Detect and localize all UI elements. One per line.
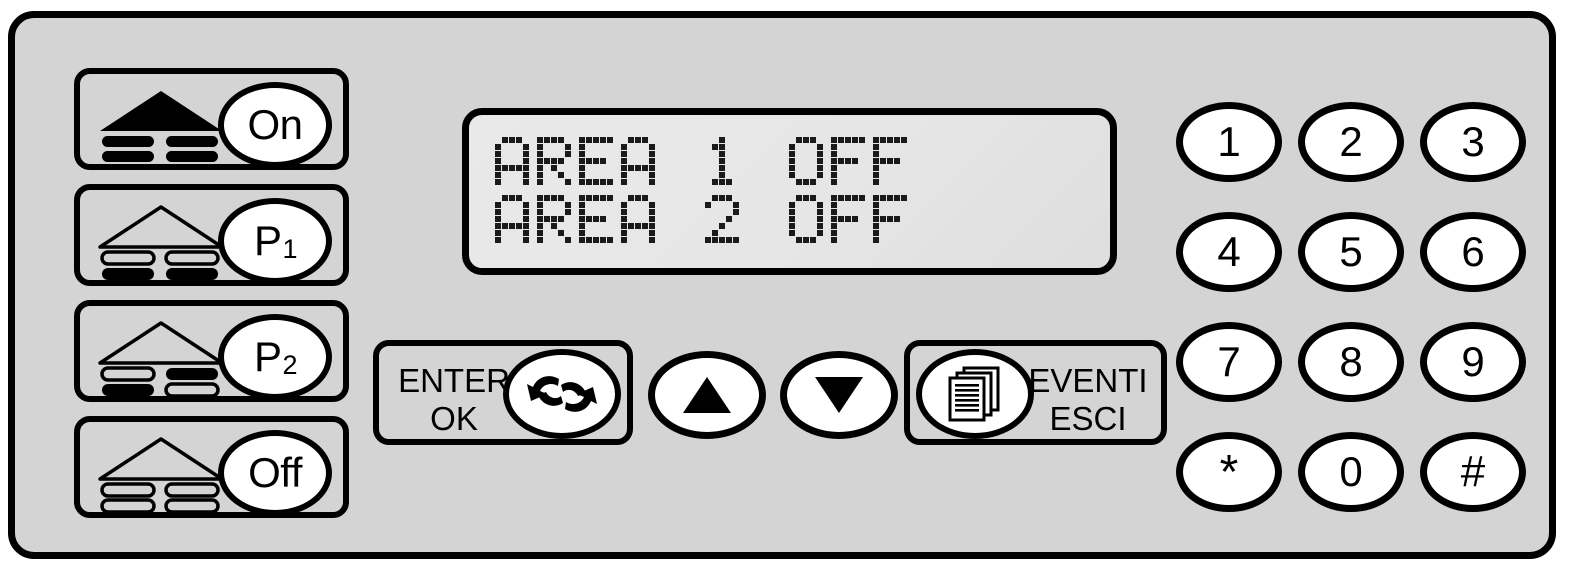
events-label-line2: ESCI <box>1049 400 1127 437</box>
mode-button-off[interactable]: Off <box>74 416 349 518</box>
lcd-character <box>579 137 613 185</box>
lcd-character <box>789 137 823 185</box>
mode-button-on[interactable]: On <box>74 68 349 170</box>
lcd-character <box>621 195 655 243</box>
numeric-keypad: 1 2 3 4 5 6 7 8 9 * 0 # <box>1176 102 1526 512</box>
alarm-keypad-panel: On P1 P 2 Off ENTER OK EVENTI ESCI 1 2 3… <box>0 0 1570 574</box>
lcd-character <box>873 195 907 243</box>
device-shell: On P1 P 2 Off ENTER OK EVENTI ESCI 1 2 3… <box>8 11 1556 559</box>
triangle-up-icon <box>681 373 733 417</box>
arrow-down-button[interactable] <box>780 351 898 439</box>
mode-button-off-label: Off <box>218 430 332 516</box>
house-armed-partial2-icon <box>96 317 226 397</box>
eventi-esci-button[interactable]: EVENTI ESCI <box>904 340 1167 445</box>
house-armed-partial1-icon <box>96 201 226 281</box>
lcd-character <box>873 137 907 185</box>
enter-label-line2: OK <box>430 400 478 437</box>
lcd-character <box>621 137 655 185</box>
lcd-text-area <box>495 132 915 248</box>
key-1[interactable]: 1 <box>1176 102 1282 182</box>
key-3[interactable]: 3 <box>1420 102 1526 182</box>
mode-button-p2-label: P2 <box>218 314 332 400</box>
lcd-display <box>462 108 1117 275</box>
lcd-character <box>663 195 697 243</box>
mode-label-text: P <box>253 333 282 380</box>
mode-label-text: P <box>253 217 282 264</box>
key-6[interactable]: 6 <box>1420 212 1526 292</box>
key-8[interactable]: 8 <box>1298 322 1404 402</box>
key-hash[interactable]: # <box>1420 432 1526 512</box>
lcd-character <box>789 195 823 243</box>
mode-button-p1-label: P1 <box>218 198 332 284</box>
lcd-character <box>495 137 529 185</box>
mode-label-subscript: 1 <box>282 233 298 264</box>
lcd-character <box>537 195 571 243</box>
key-7[interactable]: 7 <box>1176 322 1282 402</box>
key-5[interactable]: 5 <box>1298 212 1404 292</box>
key-star[interactable]: * <box>1176 432 1282 512</box>
enter-ok-button[interactable]: ENTER OK <box>373 340 633 445</box>
mode-button-p2[interactable]: P2 <box>74 300 349 402</box>
mode-button-p1[interactable]: P1 <box>74 184 349 286</box>
house-disarmed-icon <box>96 433 226 513</box>
house-armed-full-icon <box>96 85 226 165</box>
lcd-character <box>705 195 739 243</box>
key-4[interactable]: 4 <box>1176 212 1282 292</box>
lcd-character <box>831 137 865 185</box>
lcd-line-2 <box>495 190 915 248</box>
documents-stack-icon <box>916 349 1034 439</box>
eventi-esci-label: EVENTI ESCI <box>1023 362 1153 438</box>
mode-label-text: On <box>247 101 303 148</box>
key-0[interactable]: 0 <box>1298 432 1404 512</box>
lcd-character <box>831 195 865 243</box>
key-9[interactable]: 9 <box>1420 322 1526 402</box>
mode-label-text: Off <box>248 449 302 496</box>
lcd-character <box>579 195 613 243</box>
lcd-character <box>705 137 739 185</box>
key-2[interactable]: 2 <box>1298 102 1404 182</box>
lcd-character <box>537 137 571 185</box>
lcd-line-1 <box>495 132 915 190</box>
lcd-character <box>663 137 697 185</box>
lcd-character <box>747 195 781 243</box>
events-label-line1: EVENTI <box>1028 362 1148 399</box>
enter-ok-label: ENTER OK <box>393 362 515 438</box>
arrow-up-button[interactable] <box>648 351 766 439</box>
lcd-character <box>747 137 781 185</box>
mode-label-subscript: 2 <box>282 349 298 380</box>
triangle-down-icon <box>813 373 865 417</box>
mode-button-group: On P1 P 2 Off <box>74 68 349 520</box>
lcd-character <box>495 195 529 243</box>
cycle-arrows-icon <box>503 349 621 439</box>
enter-label-line1: ENTER <box>398 362 510 399</box>
mode-button-on-label: On <box>218 82 332 168</box>
